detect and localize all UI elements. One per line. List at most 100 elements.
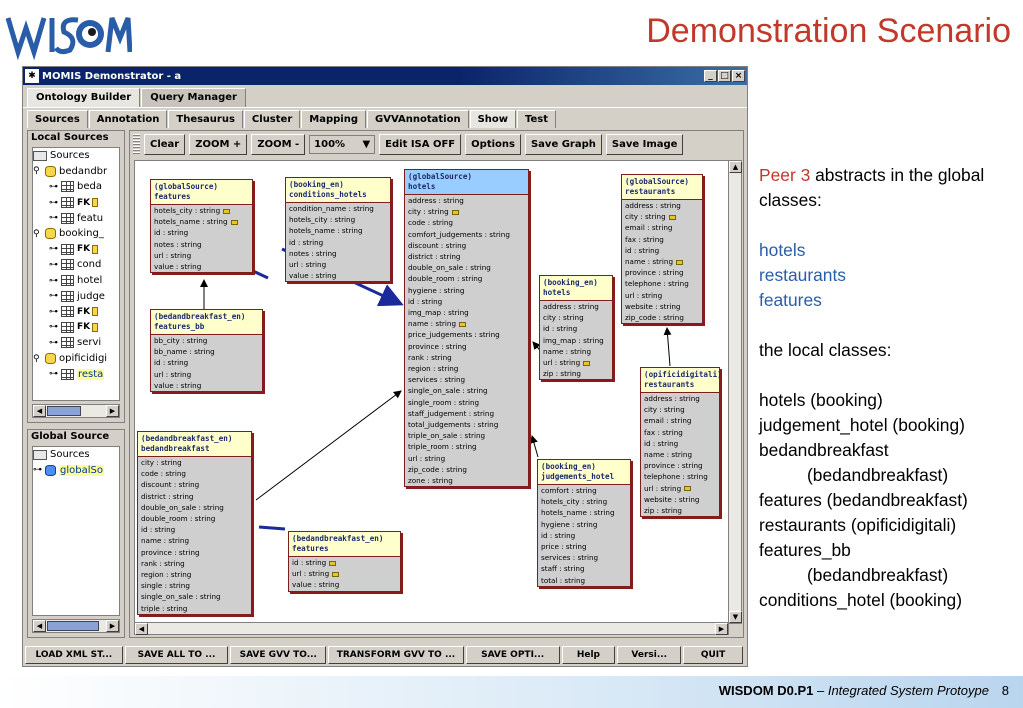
class-attribute: district : string	[138, 491, 251, 502]
tree-item[interactable]: ⊶ judge	[33, 288, 119, 304]
tree-item[interactable]: ⊶ servi	[33, 335, 119, 351]
tree-item[interactable]: ⊶ FK	[33, 320, 119, 336]
attribute-label: double_room : string	[141, 514, 216, 524]
class-attribute: address : string	[405, 195, 528, 206]
graph-vertical-scrollbar[interactable]: ▲ ▼	[728, 160, 742, 624]
key-icon	[332, 571, 340, 577]
tree-item[interactable]: ⊶ featu	[33, 210, 119, 226]
save-all-button[interactable]: SAVE ALL TO ...	[124, 646, 229, 664]
tree-item[interactable]: ⊶ beda	[33, 179, 119, 195]
tree-item[interactable]: ⊶ hotel	[33, 273, 119, 289]
transform-gvv-button[interactable]: TRANSFORM GVV TO ...	[328, 646, 464, 664]
class-attribute: province : string	[138, 547, 251, 558]
class-attribute: province : string	[641, 460, 719, 471]
table-icon	[61, 197, 74, 209]
minimize-button[interactable]: _	[704, 70, 717, 82]
scroll-right-icon[interactable]: ▶	[715, 622, 728, 635]
scroll-thumb[interactable]	[47, 406, 81, 416]
tree-item[interactable]: ⚲ bedandbr	[33, 164, 119, 180]
subtab-thesaurus[interactable]: Thesaurus	[168, 110, 243, 128]
subtab-gvvannotation[interactable]: GVVAnnotation	[367, 110, 469, 128]
class-attribute: district : string	[405, 251, 528, 262]
global-source-scrollbar[interactable]: ◀ ▶	[32, 619, 120, 633]
subtab-show[interactable]: Show	[469, 110, 517, 128]
class-box[interactable]: (bedandbreakfast_en) features id : string…	[288, 531, 401, 592]
maximize-button[interactable]: □	[718, 70, 731, 82]
tree-item[interactable]: ⊶ FK	[33, 195, 119, 211]
graph-canvas[interactable]: (globalSource) features hotels_city : str…	[134, 160, 729, 624]
scroll-left-icon[interactable]: ◀	[33, 620, 46, 632]
class-box[interactable]: (opificidigitali) restaurants address : s…	[640, 367, 722, 518]
attribute-label: code : string	[408, 218, 453, 228]
tree-item[interactable]: ⊶ globalSo	[33, 463, 119, 479]
attribute-label: id : string	[289, 237, 324, 247]
tree-item[interactable]: Sources	[33, 447, 119, 463]
subtab-test[interactable]: Test	[517, 110, 557, 128]
version-button[interactable]: Versi...	[617, 646, 682, 664]
quit-button[interactable]: QUIT	[683, 646, 743, 664]
zoom-in-button[interactable]: ZOOM +	[189, 133, 248, 155]
local-class-item: hotels (booking)	[759, 390, 883, 410]
class-box[interactable]: (booking_en) conditions_hotels condition_…	[285, 177, 391, 283]
class-box[interactable]: (globalSource) features hotels_city : str…	[150, 179, 253, 274]
attribute-label: city : string	[141, 458, 182, 467]
table-icon	[61, 259, 74, 271]
tree-item[interactable]: ⚲ opificidigi	[33, 351, 119, 367]
subtab-sources[interactable]: Sources	[27, 110, 88, 128]
graph-panel: Clear ZOOM + ZOOM - 100% ▼ Edit ISA OFF O…	[129, 130, 744, 638]
scroll-left-icon[interactable]: ◀	[33, 405, 46, 417]
scroll-thumb[interactable]	[47, 621, 99, 631]
close-button[interactable]: ×	[732, 70, 745, 82]
tree-item[interactable]: ⚲ booking_	[33, 226, 119, 242]
help-button[interactable]: Help	[561, 646, 616, 664]
expand-key-icon: ⊶	[49, 259, 58, 270]
tree-item[interactable]: ⊶ FK	[33, 304, 119, 320]
class-box[interactable]: (globalSource) hotels address : string cit…	[404, 169, 529, 488]
scroll-down-icon[interactable]: ▼	[729, 611, 742, 623]
tree-item[interactable]: ⊶ cond	[33, 257, 119, 273]
key-icon	[668, 214, 676, 220]
local-sources-scrollbar[interactable]: ◀ ▶	[32, 404, 120, 418]
zoom-select[interactable]: 100% ▼	[309, 134, 376, 154]
local-class-item: features_bb	[759, 540, 851, 560]
class-box[interactable]: (globalSource) restaurants address : stri…	[621, 174, 703, 325]
attribute-label: hotels_city : string	[541, 497, 608, 507]
scroll-thumb[interactable]	[730, 175, 740, 605]
class-attribute: region : string	[405, 363, 528, 374]
global-class-item: restaurants	[759, 265, 846, 285]
graph-toolbar: Clear ZOOM + ZOOM - 100% ▼ Edit ISA OFF O…	[130, 131, 743, 157]
tab-query-manager[interactable]: Query Manager	[141, 88, 246, 107]
attribute-label: url : string	[154, 369, 192, 379]
scroll-right-icon[interactable]: ▶	[106, 620, 119, 632]
save-gvv-button[interactable]: SAVE GVV TO...	[230, 646, 327, 664]
subtab-cluster[interactable]: Cluster	[243, 110, 301, 128]
attribute-label: single_on_sale : string	[141, 592, 221, 602]
save-options-button[interactable]: SAVE OPTI...	[465, 646, 560, 664]
zoom-out-button[interactable]: ZOOM -	[251, 133, 306, 155]
class-attribute: region : string	[138, 569, 251, 580]
save-graph-button[interactable]: Save Graph	[524, 133, 602, 155]
edit-isa-button[interactable]: Edit ISA OFF	[379, 133, 462, 155]
class-box[interactable]: (booking_en) hotels address : string city …	[539, 275, 613, 381]
clear-button[interactable]: Clear	[144, 133, 186, 155]
tree-item[interactable]: ⊶ FK	[33, 242, 119, 258]
attribute-label: img_map : string	[408, 308, 469, 318]
class-box[interactable]: (bedandbreakfast_en) features_bb bb_city …	[150, 309, 263, 393]
subtab-annotation[interactable]: Annotation	[88, 110, 168, 128]
scroll-left-icon[interactable]: ◀	[135, 622, 148, 635]
class-box[interactable]: (bedandbreakfast_en) bedandbreakfast city…	[137, 431, 252, 615]
tab-ontology-builder[interactable]: Ontology Builder	[27, 88, 141, 107]
footer-text: WISDOM D0.P1 – Integrated System Protoyp…	[718, 683, 989, 698]
scroll-up-icon[interactable]: ▲	[729, 161, 742, 173]
subtab-mapping[interactable]: Mapping	[301, 110, 366, 128]
class-box[interactable]: (booking_en) judgements_hotel comfort : s…	[537, 459, 631, 587]
load-xml-button[interactable]: LOAD XML ST...	[25, 646, 123, 664]
scroll-right-icon[interactable]: ▶	[106, 405, 119, 417]
tree-item[interactable]: Sources	[33, 148, 119, 164]
save-image-button[interactable]: Save Image	[605, 133, 684, 155]
tree-item[interactable]: ⊶ resta	[33, 366, 119, 382]
options-button[interactable]: Options	[465, 133, 521, 155]
graph-horizontal-scrollbar[interactable]: ◀ ▶	[134, 622, 729, 635]
window-titlebar[interactable]: ✱ MOMIS Demonstrator - a _ □ ×	[23, 67, 747, 85]
toolbar-grip-icon[interactable]	[133, 134, 140, 154]
